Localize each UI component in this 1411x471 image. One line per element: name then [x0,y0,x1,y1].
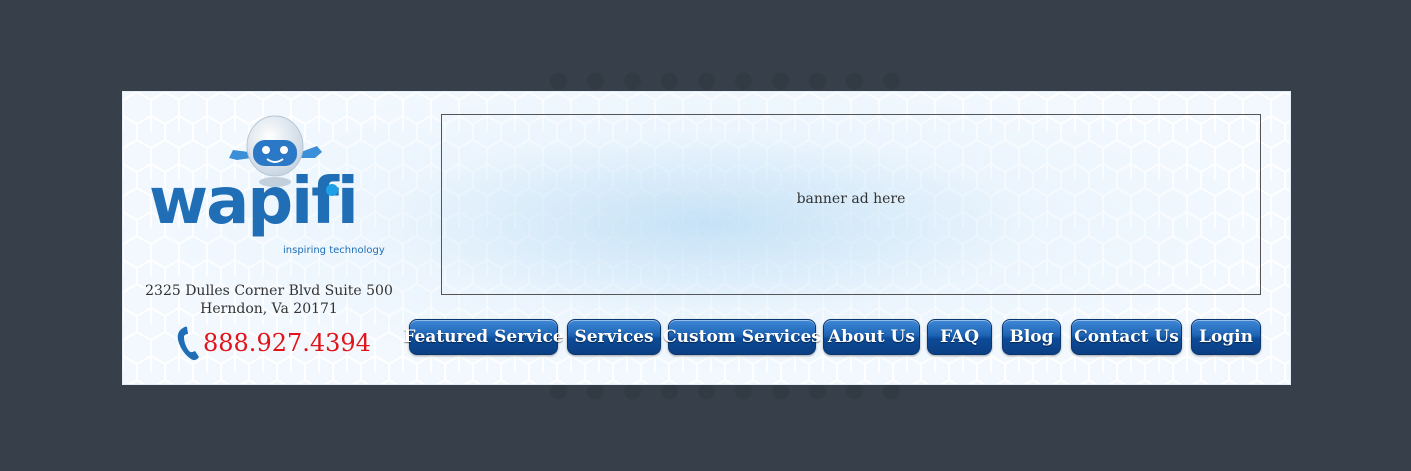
decorative-dots-top [540,70,900,92]
nav-services-button[interactable]: Services [567,319,661,355]
nav-faq-button[interactable]: FAQ [927,319,992,355]
nav-login-button[interactable]: Login [1191,319,1261,355]
nav-custom-services-button[interactable]: Custom Services [663,319,821,355]
logo-tagline: inspiring technology [283,245,385,256]
site-header: wapifi inspiring technology 2325 Dulles … [122,91,1291,385]
nav-about-us-button[interactable]: About Us [823,319,920,355]
banner-ad-text: banner ad here [796,190,906,207]
logo-dot [326,184,338,196]
logo-wordmark: wapifi [149,165,359,239]
address-line-1: 2325 Dulles Corner Blvd Suite 500 [145,283,393,299]
nav-contact-us-button[interactable]: Contact Us [1071,319,1182,355]
nav-featured-service-button[interactable]: Featured Service [403,319,564,355]
main-navigation: Featured Service Services Custom Service… [123,319,1290,359]
nav-blog-button[interactable]: Blog [1002,319,1061,355]
address: 2325 Dulles Corner Blvd Suite 500 Herndo… [123,282,415,318]
address-line-2: Herndon, Va 20171 [200,301,338,317]
banner-ad-placeholder[interactable]: banner ad here [441,114,1261,295]
